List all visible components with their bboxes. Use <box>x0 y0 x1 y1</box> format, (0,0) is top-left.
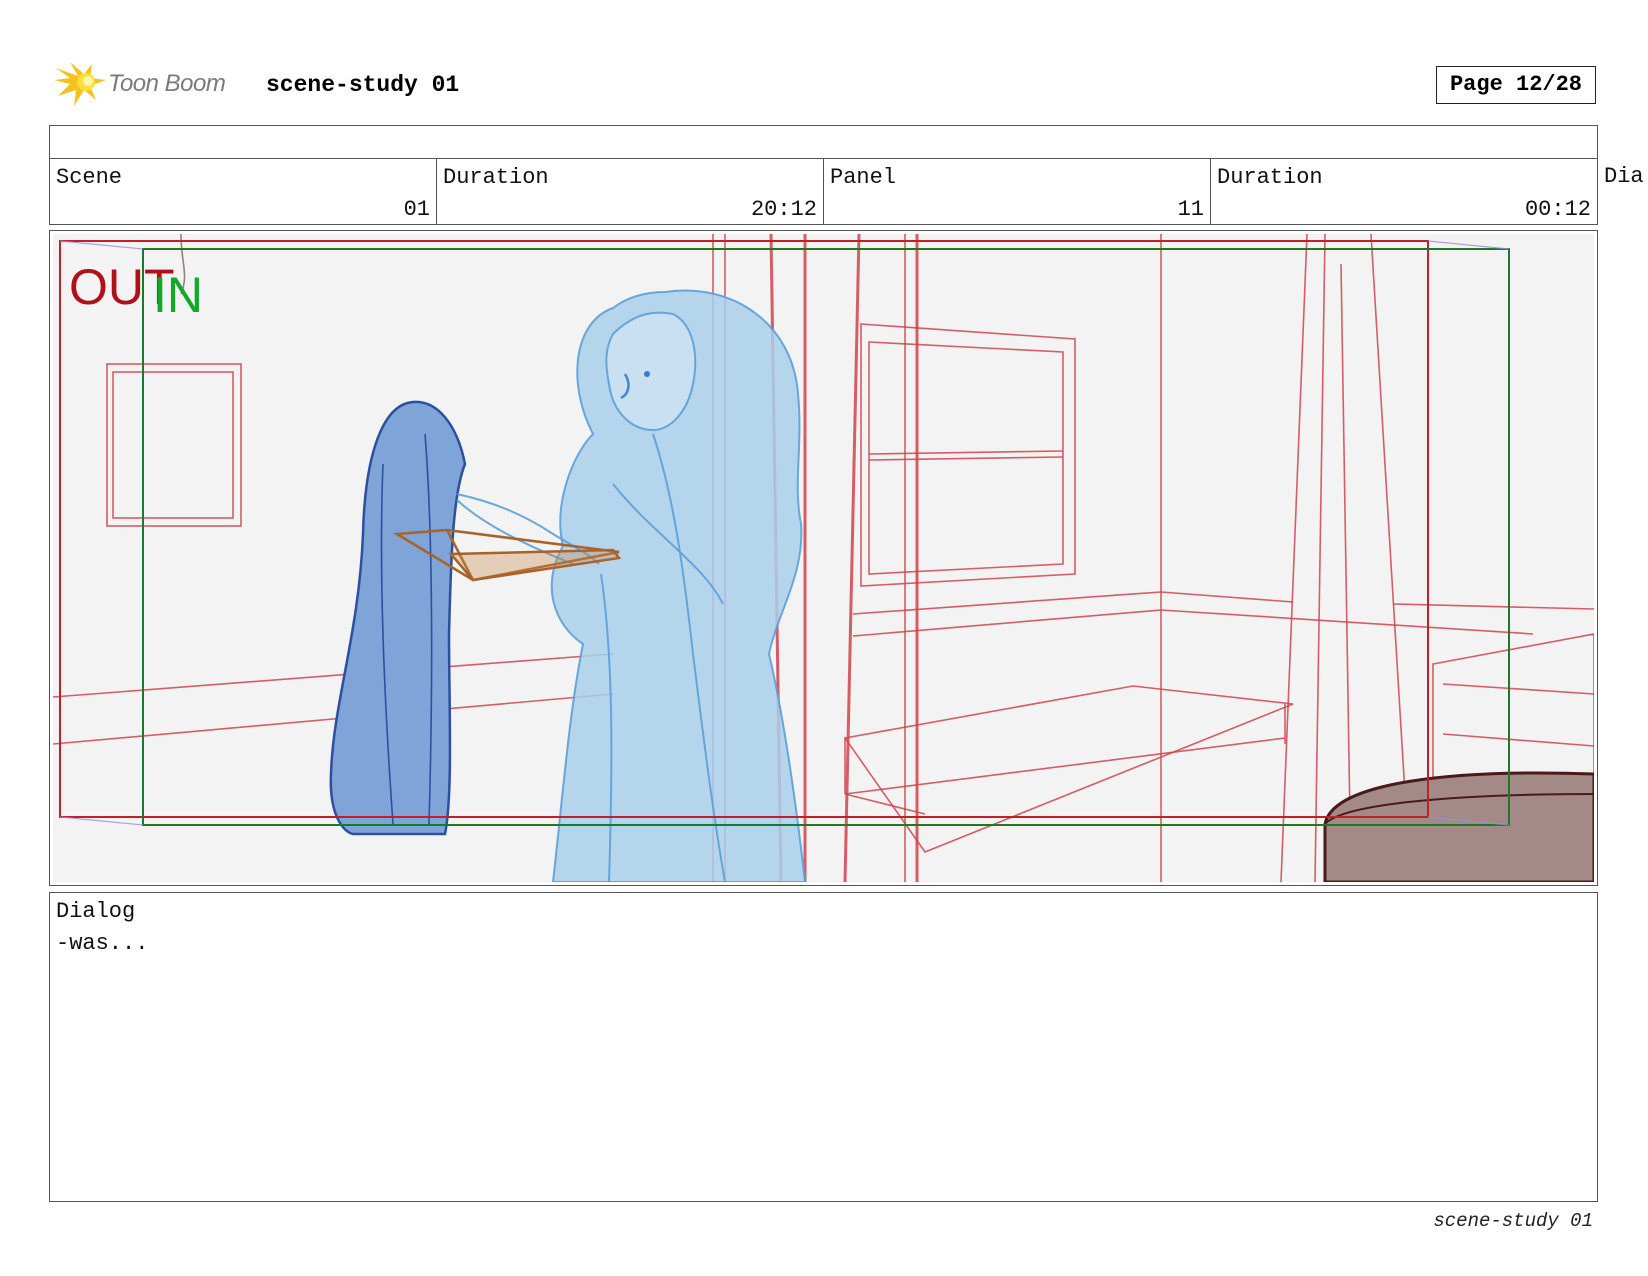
project-title: scene-study 01 <box>266 72 460 98</box>
scene-label: Scene <box>56 165 123 190</box>
panel-label: Panel <box>830 165 897 190</box>
dialog-cut-label: Dia <box>1604 164 1644 189</box>
scene-duration-value: 20:12 <box>750 197 817 222</box>
scene-duration-cell: Duration 20:12 <box>436 158 823 225</box>
dialog-label: Dialog <box>56 899 136 924</box>
panel-duration-label: Duration <box>1217 165 1323 190</box>
storyboard-panel-image: OUT IN <box>49 230 1598 886</box>
in-label: IN <box>153 267 203 323</box>
starburst-icon <box>54 62 106 106</box>
scene-duration-label: Duration <box>443 165 549 190</box>
storyboard-header: Toon Boom scene-study 01 Page 12/28 <box>52 58 1600 108</box>
scene-cell: Scene 01 <box>49 158 436 225</box>
logo-text: Toon Boom <box>108 70 226 97</box>
toon-boom-logo: Toon Boom <box>52 58 252 108</box>
panel-value: 11 <box>1177 197 1204 222</box>
dialog-cell-cut: Dia <box>1597 158 1648 225</box>
panel-cell: Panel 11 <box>823 158 1210 225</box>
scene-value: 01 <box>403 197 430 222</box>
panel-info-row: Scene 01 Duration 20:12 Panel 11 Duratio… <box>49 158 1648 225</box>
panel-duration-cell: Duration 00:12 <box>1210 158 1597 225</box>
dialog-text: -was... <box>56 931 149 956</box>
dialog-box: Dialog -was... <box>49 892 1598 1202</box>
panel-sketch: OUT IN <box>53 234 1594 882</box>
footer-project-title: scene-study 01 <box>1433 1210 1593 1232</box>
page-number: Page 12/28 <box>1436 66 1596 104</box>
blank-header-bar <box>49 125 1598 158</box>
panel-duration-value: 00:12 <box>1524 197 1591 222</box>
